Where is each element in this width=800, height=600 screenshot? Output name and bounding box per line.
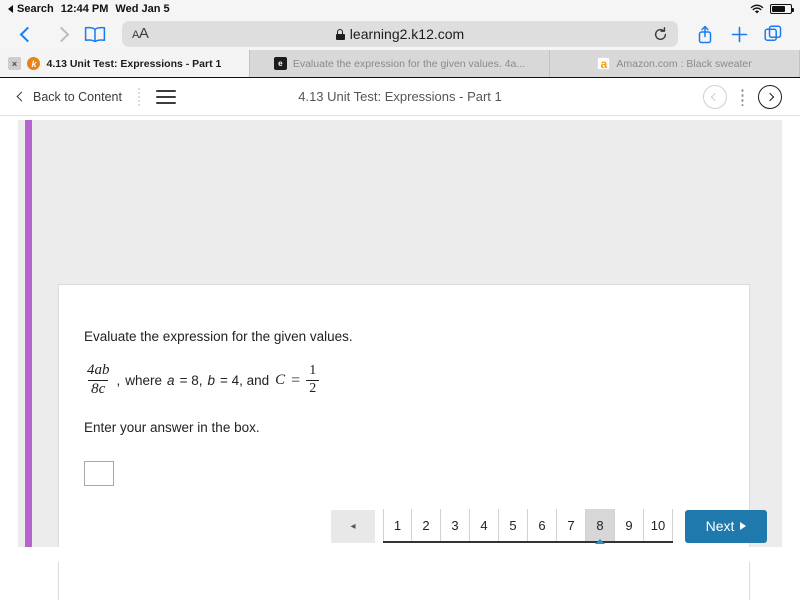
browser-back-button[interactable] (12, 21, 42, 47)
show-tabs-button[interactable] (758, 21, 788, 47)
browser-tab-2[interactable]: e Evaluate the expression for the given … (250, 50, 551, 77)
close-icon[interactable]: × (8, 57, 21, 70)
header-nav-controls (703, 84, 782, 109)
answer-instruction: Enter your answer in the box. (84, 419, 260, 435)
previous-page-button[interactable]: ◂ (331, 509, 375, 543)
status-bar-time: 12:44 PM (60, 3, 109, 15)
k12-icon: k (27, 57, 41, 70)
page-number-7[interactable]: 7 (557, 509, 586, 541)
next-button[interactable]: Next (685, 509, 767, 543)
value-b: = 4, and (219, 373, 270, 388)
address-bar-content: learning2.k12.com (335, 26, 465, 42)
question-prompt: Evaluate the expression for the given va… (84, 329, 353, 344)
chevron-left-icon (16, 91, 27, 102)
question-pagination: ◂ 1 2 3 4 5 6 7 8 9 10 Next (331, 509, 767, 543)
text-size-button[interactable]: AA (132, 25, 149, 43)
back-to-content-button[interactable]: Back to Content (16, 89, 122, 104)
share-button[interactable] (690, 21, 720, 47)
kebab-menu-icon[interactable] (741, 87, 744, 106)
equals-sign: = (291, 371, 301, 389)
value-c-numerator: 1 (309, 363, 317, 379)
hamburger-icon[interactable] (155, 89, 176, 104)
variable-c: C (275, 372, 286, 388)
fraction-denominator: 8c (88, 380, 109, 398)
question-expression: 4ab 8c , where a = 8, b = 4, and C = 1 2 (84, 362, 749, 398)
browser-toolbar: AA learning2.k12.com (0, 18, 800, 50)
back-to-app-label[interactable]: Search (17, 3, 54, 15)
previous-question-button[interactable] (703, 84, 727, 109)
tab-label: Evaluate the expression for the given va… (292, 57, 526, 70)
browser-tab-3[interactable]: a Amazon.com : Black sweater (550, 50, 800, 77)
next-triangle-icon (740, 522, 747, 530)
value-c-denominator: 2 (306, 380, 320, 397)
course-accent-bar (25, 120, 32, 561)
value-c-fraction: 1 2 (306, 363, 320, 397)
chevron-left-icon (710, 92, 720, 101)
status-bar-left: Search 12:44 PM Wed Jan 5 (8, 3, 170, 15)
url-text: learning2.k12.com (349, 26, 465, 42)
question-content: Evaluate the expression for the given va… (59, 285, 749, 486)
page-number-2[interactable]: 2 (412, 509, 441, 541)
tab-label: 4.13 Unit Test: Expressions - Part 1 (46, 57, 222, 70)
status-bar-right (750, 4, 794, 15)
tab-strip: × k 4.13 Unit Test: Expressions - Part 1… (0, 50, 800, 78)
app-header: Back to Content 4.13 Unit Test: Expressi… (0, 78, 800, 116)
header-divider-left (137, 86, 140, 107)
bookmarks-button[interactable] (80, 21, 110, 47)
share-icon (698, 25, 712, 43)
dark-square-icon: e (273, 57, 287, 70)
back-to-content-label: Back to Content (33, 89, 122, 104)
new-tab-button[interactable] (724, 21, 754, 47)
book-icon (84, 26, 106, 42)
expression-fraction: 4ab 8c (84, 362, 113, 398)
lock-icon (335, 28, 345, 40)
page-number-list: 1 2 3 4 5 6 7 8 9 10 (383, 509, 673, 543)
amazon-icon: a (597, 57, 611, 71)
tabs-icon (764, 25, 782, 41)
fraction-numerator: 4ab (87, 362, 110, 379)
page-number-5[interactable]: 5 (499, 509, 528, 541)
chevron-right-icon (765, 92, 775, 101)
page-number-4[interactable]: 4 (470, 509, 499, 541)
page-area: Evaluate the expression for the given va… (0, 116, 800, 600)
back-to-app-triangle-icon[interactable] (8, 5, 13, 13)
tab-label: Amazon.com : Black sweater (616, 57, 752, 70)
page-number-9[interactable]: 9 (615, 509, 644, 541)
expression-comma: , (116, 373, 121, 388)
wifi-icon (750, 4, 764, 14)
back-chevron-icon (19, 26, 35, 42)
forward-chevron-icon (53, 26, 69, 42)
page-number-3[interactable]: 3 (441, 509, 470, 541)
status-bar-date: Wed Jan 5 (115, 3, 170, 15)
battery-icon (770, 4, 794, 14)
variable-b: b (207, 373, 215, 388)
plus-icon (731, 26, 747, 42)
bottom-spacer (0, 547, 800, 562)
browser-tab-1[interactable]: × k 4.13 Unit Test: Expressions - Part 1 (0, 50, 250, 77)
browser-forward-button[interactable] (46, 21, 76, 47)
next-question-button[interactable] (758, 84, 782, 109)
next-button-label: Next (705, 518, 735, 534)
page-number-10[interactable]: 10 (644, 509, 673, 541)
reload-icon[interactable] (653, 26, 668, 42)
page-number-6[interactable]: 6 (528, 509, 557, 541)
page-number-1[interactable]: 1 (383, 509, 412, 541)
expression-where: where (125, 373, 163, 388)
address-bar[interactable]: AA learning2.k12.com (122, 21, 678, 47)
ios-status-bar: Search 12:44 PM Wed Jan 5 (0, 0, 800, 18)
variable-a: a (167, 373, 175, 388)
page-number-8-current[interactable]: 8 (586, 509, 615, 541)
value-a: = 8, (179, 373, 203, 388)
answer-input[interactable] (84, 460, 114, 486)
